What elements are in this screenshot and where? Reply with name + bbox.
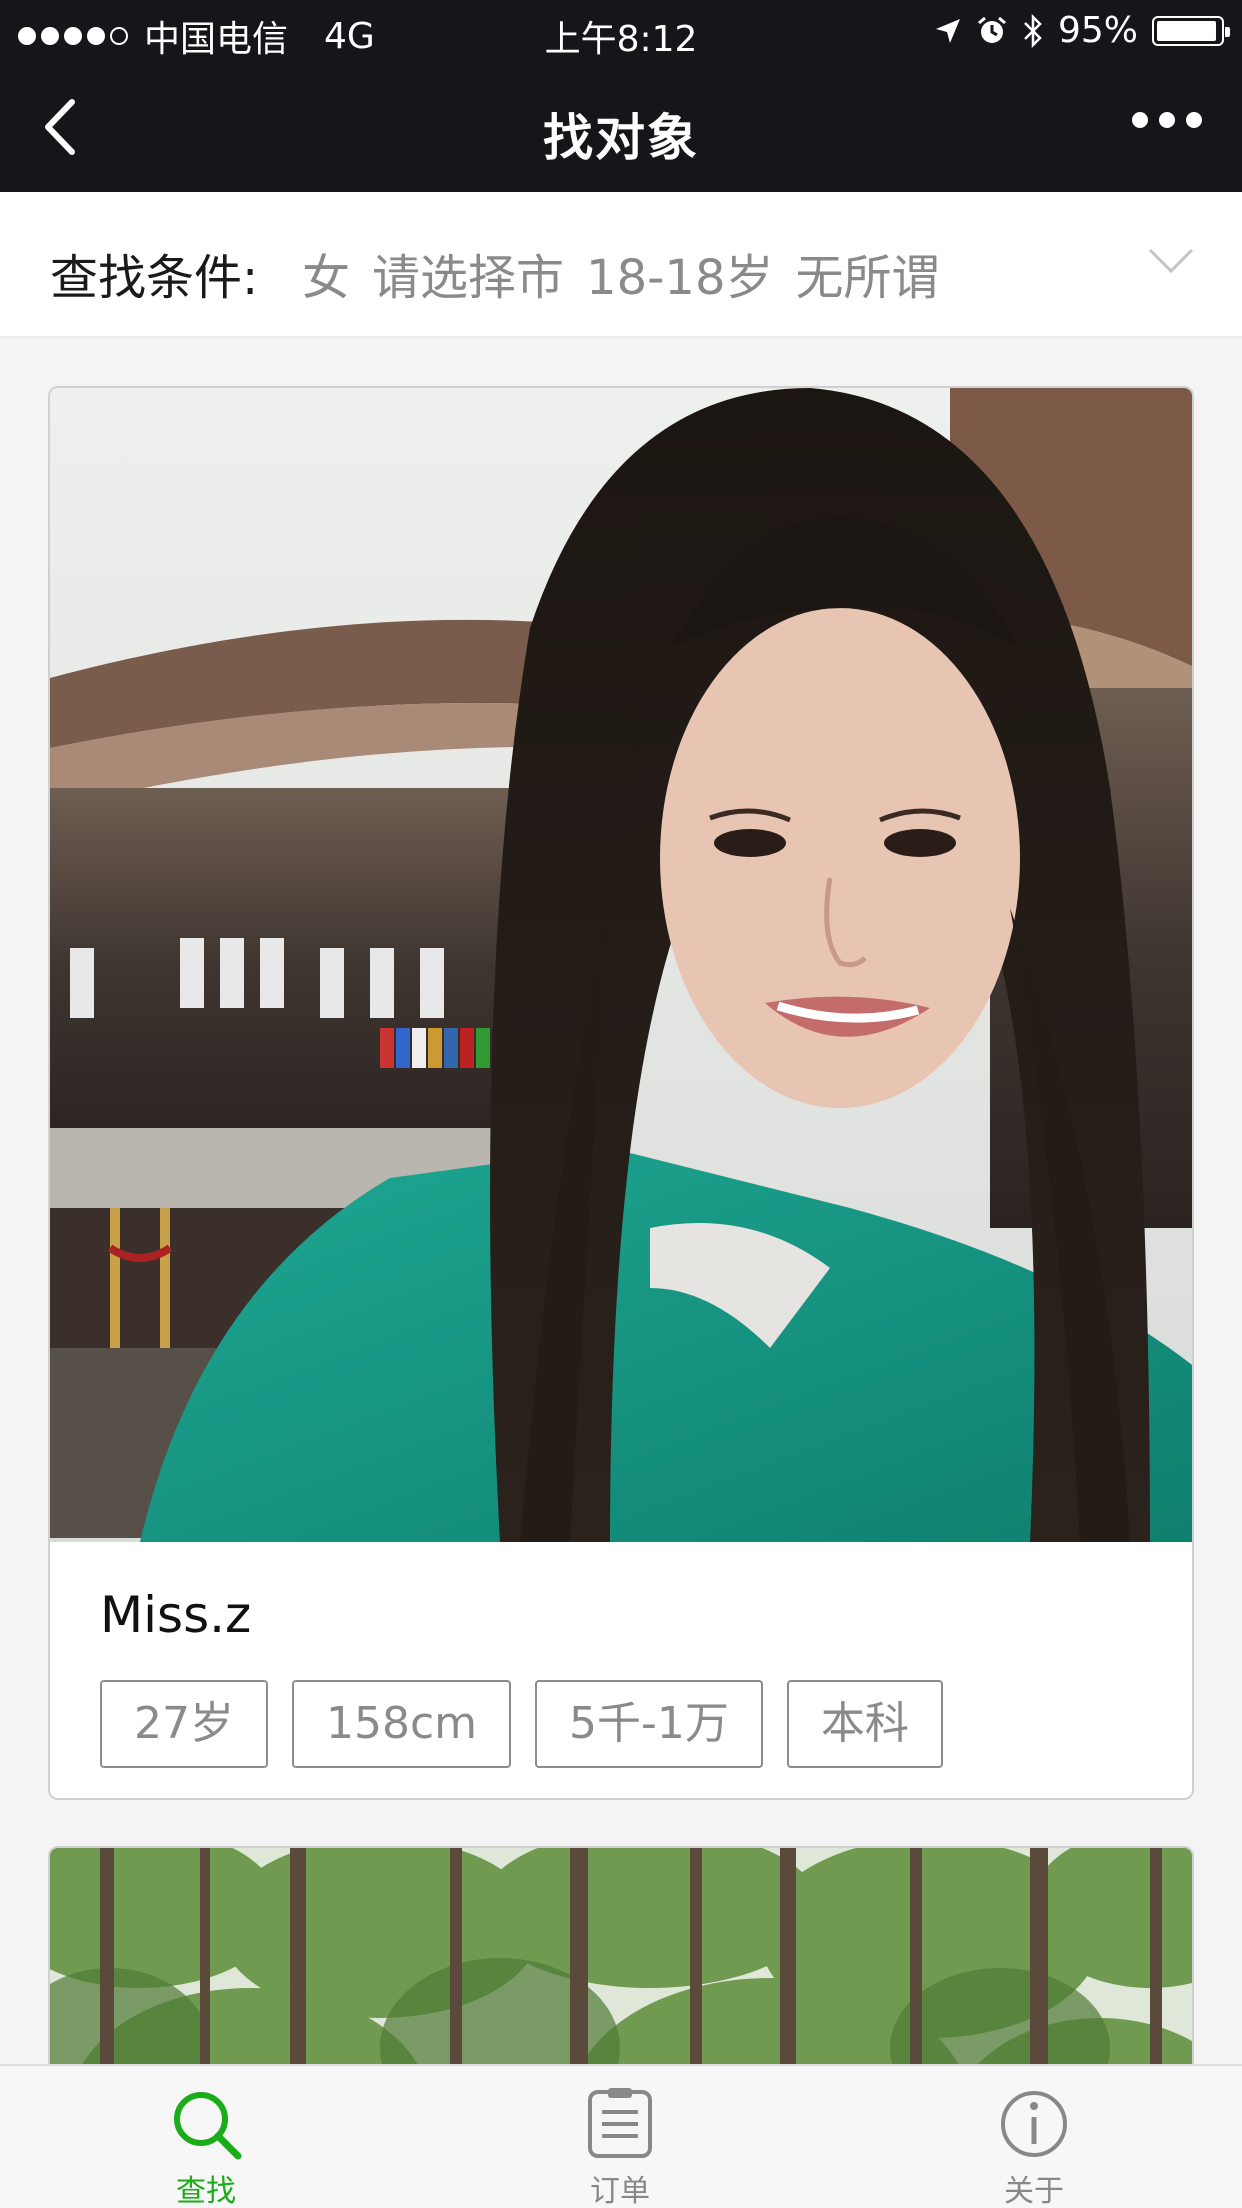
- tab-orders[interactable]: 订单: [530, 2066, 710, 2208]
- info-icon: [1001, 2091, 1067, 2157]
- tag-education: 本科: [786, 1680, 943, 1768]
- tag-age: 27岁: [100, 1680, 268, 1768]
- page-title: 找对象: [543, 109, 699, 167]
- tab-label: 关于: [1004, 2174, 1064, 2208]
- search-icon: [174, 2092, 242, 2160]
- tab-label: 订单: [590, 2174, 650, 2208]
- profile-info: Miss.z 27岁 158cm 5千-1万 本科: [50, 1542, 1192, 1798]
- filter-values: 女 请选择市 18-18岁 无所谓: [302, 238, 940, 308]
- profile-card[interactable]: Miss.z 27岁 158cm 5千-1万 本科: [48, 386, 1194, 1800]
- bluetooth-icon: [1024, 13, 1042, 48]
- tab-label: 查找: [176, 2174, 236, 2208]
- status-bar: 中国电信 4G 上午8:12 95%: [0, 0, 1242, 62]
- tab-about[interactable]: 关于: [944, 2066, 1124, 2208]
- filter-city: 请选择市: [372, 250, 565, 306]
- profile-name: Miss.z: [100, 1586, 252, 1644]
- alarm-icon: [978, 16, 1006, 43]
- navigation-bar: 找对象: [0, 62, 1242, 192]
- search-filter-bar[interactable]: 查找条件: 女 请选择市 18-18岁 无所谓: [0, 192, 1242, 338]
- tag-income: 5千-1万: [535, 1680, 763, 1768]
- woman-selfie-photo: [50, 388, 1192, 1542]
- status-right: 95%: [934, 10, 1230, 51]
- battery-icon: [1152, 15, 1230, 46]
- filter-age: 18-18岁: [586, 250, 774, 306]
- profile-photo[interactable]: [50, 388, 1192, 1542]
- tag-height: 158cm: [292, 1680, 512, 1768]
- tab-search[interactable]: 查找: [116, 2066, 296, 2208]
- filter-gender: 女: [302, 250, 351, 306]
- battery-percent: 95%: [1057, 10, 1138, 51]
- filter-other: 无所谓: [795, 250, 940, 306]
- profile-tags: 27岁 158cm 5千-1万 本科: [100, 1680, 943, 1768]
- app-screen: 中国电信 4G 上午8:12 95% 找对象 查找条件: 女 请选择市 18-1…: [0, 0, 1242, 2208]
- location-arrow-icon: [935, 18, 960, 43]
- filter-label: 查找条件:: [50, 250, 259, 306]
- tab-bar: 查找 订单 关于: [0, 2064, 1242, 2208]
- chevron-down-icon[interactable]: [1146, 244, 1196, 278]
- battery-level: [1157, 20, 1216, 41]
- clipboard-icon: [588, 2088, 652, 2158]
- more-dots-icon[interactable]: [1132, 112, 1202, 128]
